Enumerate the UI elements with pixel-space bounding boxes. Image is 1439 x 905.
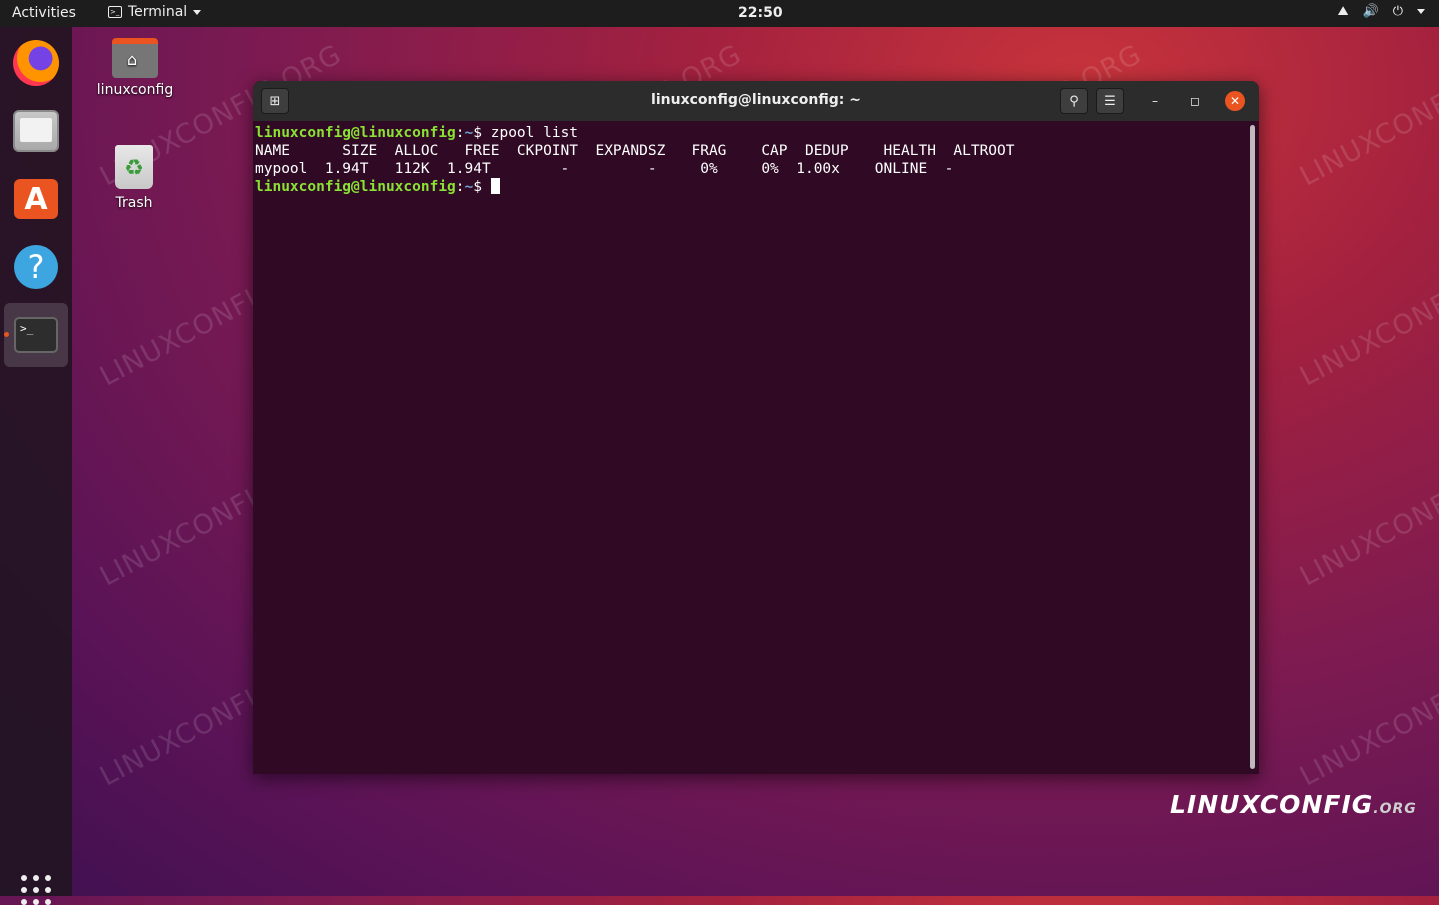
prompt-user: linuxconfig@linuxconfig: [255, 179, 456, 195]
chevron-down-icon: [1417, 9, 1425, 14]
app-menu[interactable]: >_ Terminal: [108, 4, 202, 20]
network-icon: ⛰: [1337, 4, 1349, 19]
watermark: LINUXCONFIG.ORG: [1295, 438, 1439, 593]
command-text: zpool list: [490, 125, 579, 141]
dock: A ? >_: [0, 27, 72, 905]
terminal-line: linuxconfig@linuxconfig:~$: [255, 178, 1245, 196]
terminal-line: linuxconfig@linuxconfig:~$ zpool list: [255, 125, 579, 141]
top-bar: Activities >_ Terminal 22:50 ⛰ 🔊 ⏻: [0, 0, 1439, 27]
volume-icon: 🔊: [1362, 4, 1379, 19]
prompt-path: ~: [464, 125, 474, 141]
watermark: LINUXCONFIG.ORG: [1295, 38, 1439, 193]
watermark: LINUXCONFIG.ORG: [1295, 238, 1439, 393]
output-row: mypool 1.94T 112K 1.94T - - 0% 0% 1.00x …: [255, 161, 954, 177]
firefox-icon: [13, 40, 59, 86]
desktop-home-folder[interactable]: linuxconfig: [90, 38, 180, 98]
maximize-button[interactable]: ◻: [1185, 91, 1205, 111]
prompt-path: ~: [464, 179, 474, 195]
dock-files[interactable]: [4, 99, 68, 163]
trash-icon: ♻: [115, 145, 153, 189]
close-button[interactable]: ✕: [1225, 91, 1245, 111]
help-icon: ?: [14, 245, 58, 289]
desktop-home-label: linuxconfig: [96, 82, 174, 98]
files-icon: [13, 110, 59, 152]
linuxconfig-logo: LINUXCONFIG.ORG: [1170, 790, 1417, 819]
dock-software[interactable]: A: [4, 167, 68, 231]
watermark: LINUXCONFIG.ORG: [1295, 638, 1439, 793]
search-icon: ⚲: [1069, 93, 1079, 109]
scrollbar[interactable]: [1250, 125, 1255, 769]
terminal-icon: >_: [14, 317, 58, 353]
prompt-symbol: $: [473, 125, 482, 141]
software-icon: A: [14, 179, 58, 219]
app-menu-label: Terminal: [128, 4, 188, 20]
desktop-trash[interactable]: ♻ Trash: [89, 145, 179, 211]
chevron-down-icon: [193, 9, 202, 15]
power-icon: ⏻: [1392, 4, 1403, 19]
output-header: NAME SIZE ALLOC FREE CKPOINT EXPANDSZ FR…: [255, 143, 1015, 159]
terminal-output[interactable]: linuxconfig@linuxconfig:~$ zpool list NAM…: [255, 124, 1245, 774]
clock[interactable]: 22:50: [738, 5, 783, 21]
prompt-symbol: $: [473, 179, 482, 195]
terminal-icon: >_: [108, 6, 122, 18]
dock-help[interactable]: ?: [4, 235, 68, 299]
minimize-icon: –: [1152, 94, 1158, 108]
prompt-user: linuxconfig@linuxconfig: [255, 125, 456, 141]
logo-suffix: .ORG: [1373, 801, 1417, 817]
logo-main: LINUXCONFIG: [1170, 790, 1374, 819]
running-indicator: [4, 332, 9, 337]
system-tray[interactable]: ⛰ 🔊 ⏻: [1338, 4, 1425, 19]
dock-terminal[interactable]: >_: [4, 303, 68, 367]
close-icon: ✕: [1229, 94, 1241, 108]
desktop-trash-label: Trash: [115, 195, 153, 211]
hamburger-icon: ☰: [1104, 93, 1116, 109]
terminal-window[interactable]: ⊞ linuxconfig@linuxconfig: ~ ⚲ ☰ – ◻ ✕ l…: [253, 81, 1259, 774]
dock-firefox[interactable]: [4, 31, 68, 95]
home-folder-icon: [112, 38, 158, 78]
menu-button[interactable]: ☰: [1096, 88, 1124, 114]
text-cursor: [490, 178, 500, 194]
search-button[interactable]: ⚲: [1060, 88, 1088, 114]
maximize-icon: ◻: [1190, 94, 1200, 108]
show-applications-icon[interactable]: [21, 875, 51, 905]
terminal-header[interactable]: ⊞ linuxconfig@linuxconfig: ~ ⚲ ☰ – ◻ ✕: [253, 81, 1259, 121]
minimize-button[interactable]: –: [1145, 91, 1165, 111]
activities-button[interactable]: Activities: [12, 5, 76, 21]
